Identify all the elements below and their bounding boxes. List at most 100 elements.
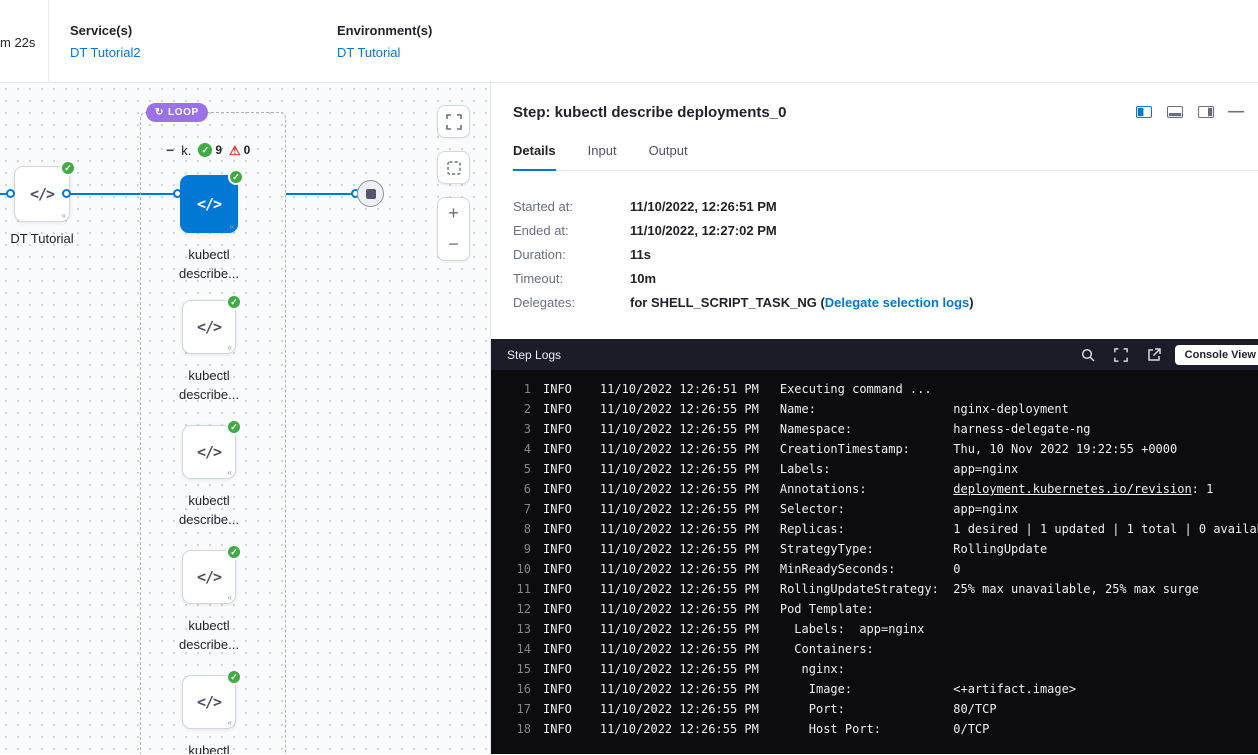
node-label: DT Tutorial [0, 231, 88, 246]
log-line-number: 15 [491, 662, 531, 676]
log-line: 13 INFO 11/10/2022 12:26:55 PM Labels: a… [491, 619, 1258, 639]
loop-icon: ↻ [155, 108, 164, 118]
group-warning-count: ⚠ 0 [229, 143, 250, 157]
log-line: 6 INFO 11/10/2022 12:26:55 PM Annotation… [491, 479, 1258, 499]
log-line-number: 14 [491, 642, 531, 656]
pipeline-canvas[interactable]: ↻ LOOP − k. ✓ 9 ⚠ 0 </> ✓ « DT Tutorial … [0, 83, 491, 754]
details-rows: Started at: 11/10/2022, 12:26:51 PM Ende… [513, 195, 1258, 315]
log-message: Name: nginx-deployment [780, 402, 1069, 416]
connection-line [286, 193, 360, 195]
logs-body[interactable]: 1 INFO 11/10/2022 12:26:51 PM Executing … [491, 370, 1258, 754]
loop-nodes-column: </> ✓ « kubectl describe... </> ✓ « kube… [169, 175, 249, 754]
shell-script-icon: </> [197, 693, 221, 711]
shell-script-icon: </> [197, 195, 221, 213]
node-expand-icon: « [230, 222, 234, 231]
success-check-icon: ✓ [228, 169, 244, 185]
node-kubectl-describe[interactable]: </> ✓ « [182, 300, 236, 354]
log-timestamp: 11/10/2022 12:26:55 PM [600, 482, 759, 496]
node-expand-icon: « [62, 211, 66, 220]
node-kubectl-describe[interactable]: </> ✓ « [182, 550, 236, 604]
node-expand-icon: « [228, 468, 232, 477]
node-label: kubectl describe... [169, 245, 249, 283]
log-line-number: 18 [491, 722, 531, 736]
node-kubectl-describe[interactable]: </> ✓ « [182, 425, 236, 479]
log-message: MinReadySeconds: 0 [780, 562, 961, 576]
marquee-select-icon [446, 160, 462, 176]
node-kubectl-describe[interactable]: </> ✓ « [180, 175, 238, 233]
detail-row-duration: Duration: 11s [513, 243, 1258, 267]
loop-node-block: </> ✓ « kubectl describe... [169, 175, 249, 300]
log-line: 11 INFO 11/10/2022 12:26:55 PM RollingUp… [491, 579, 1258, 599]
success-check-icon: ✓ [226, 419, 242, 435]
connector-dot [6, 189, 15, 198]
loop-node-block: </> ✓ « kubectl describe... [169, 425, 249, 550]
log-line: 18 INFO 11/10/2022 12:26:55 PM Host Port… [491, 719, 1258, 739]
loop-badge-label: LOOP [168, 107, 199, 118]
tab-input[interactable]: Input [588, 143, 617, 170]
open-logs-new-tab-button[interactable] [1147, 348, 1161, 362]
log-line: 8 INFO 11/10/2022 12:26:55 PM Replicas: … [491, 519, 1258, 539]
services-block: Service(s) DT Tutorial2 [70, 23, 141, 60]
node-label: kubectl describe... [169, 491, 249, 529]
step-logs-title: Step Logs [507, 348, 1081, 362]
zoom-to-fit-button[interactable] [437, 105, 470, 138]
log-timestamp: 11/10/2022 12:26:55 PM [600, 522, 759, 536]
console-view-toggle[interactable]: Console View [1175, 345, 1258, 365]
log-level: INFO [543, 622, 572, 636]
zoom-out-button[interactable]: − [438, 229, 469, 260]
zoom-in-button[interactable]: + [438, 198, 469, 229]
services-label: Service(s) [70, 23, 141, 38]
node-kubectl-describe[interactable]: </> ✓ « [182, 675, 236, 729]
delegate-selection-logs-link[interactable]: Delegate selection logs [825, 295, 970, 310]
marquee-select-button[interactable] [437, 151, 470, 184]
log-annotation-link[interactable]: deployment.kubernetes.io/revision [953, 482, 1191, 496]
fullscreen-logs-button[interactable] [1114, 348, 1128, 362]
log-timestamp: 11/10/2022 12:26:55 PM [600, 722, 759, 736]
end-node[interactable] [357, 180, 384, 207]
collapse-group-button[interactable]: − [166, 142, 174, 158]
loop-node-block: </> ✓ « kubectl describe... [169, 550, 249, 675]
log-level: INFO [543, 482, 572, 496]
log-level: INFO [543, 722, 572, 736]
node-label: kubectl describe... [169, 366, 249, 404]
log-line-number: 1 [491, 382, 531, 396]
environments-label: Environment(s) [337, 23, 432, 38]
log-line-number: 6 [491, 482, 531, 496]
log-level: INFO [543, 382, 572, 396]
log-line: 9 INFO 11/10/2022 12:26:55 PM StrategyTy… [491, 539, 1258, 559]
node-expand-icon: « [228, 343, 232, 352]
collapse-panel-button[interactable]: — [1228, 103, 1244, 121]
details-tabs: Details Input Output [513, 143, 1258, 171]
search-logs-button[interactable] [1081, 348, 1095, 362]
log-timestamp: 11/10/2022 12:26:55 PM [600, 642, 759, 656]
node-expand-icon: « [228, 718, 232, 727]
log-line-number: 3 [491, 422, 531, 436]
log-timestamp: 11/10/2022 12:26:51 PM [600, 382, 759, 396]
log-timestamp: 11/10/2022 12:26:55 PM [600, 682, 759, 696]
environment-link[interactable]: DT Tutorial [337, 45, 432, 60]
log-line-number: 17 [491, 702, 531, 716]
bottom-dock-view-icon[interactable] [1167, 106, 1183, 118]
tab-output[interactable]: Output [649, 143, 688, 170]
loop-node-block: </> ✓ « kubectl describe... [169, 675, 249, 754]
service-link[interactable]: DT Tutorial2 [70, 45, 141, 60]
tab-details[interactable]: Details [513, 143, 556, 171]
log-line: 14 INFO 11/10/2022 12:26:55 PM Container… [491, 639, 1258, 659]
success-check-icon: ✓ [226, 294, 242, 310]
log-level: INFO [543, 682, 572, 696]
right-dock-view-icon[interactable] [1198, 106, 1214, 118]
log-level: INFO [543, 642, 572, 656]
split-view-icon[interactable] [1136, 106, 1152, 118]
step-details-panel: Step: kubectl describe deployments_0 — D… [491, 83, 1258, 754]
log-timestamp: 11/10/2022 12:26:55 PM [600, 562, 759, 576]
detail-row-timeout: Timeout: 10m [513, 267, 1258, 291]
log-message: StrategyType: RollingUpdate [780, 542, 1047, 556]
loop-node-block: </> ✓ « kubectl describe... [169, 300, 249, 425]
log-level: INFO [543, 582, 572, 596]
log-level: INFO [543, 422, 572, 436]
loop-group-header: − k. ✓ 9 ⚠ 0 [166, 142, 250, 158]
search-icon [1081, 348, 1095, 362]
log-message: Pod Template: [780, 602, 874, 616]
step-logs-header: Step Logs Console Vie [491, 339, 1258, 370]
success-check-icon: ✓ [198, 143, 212, 157]
